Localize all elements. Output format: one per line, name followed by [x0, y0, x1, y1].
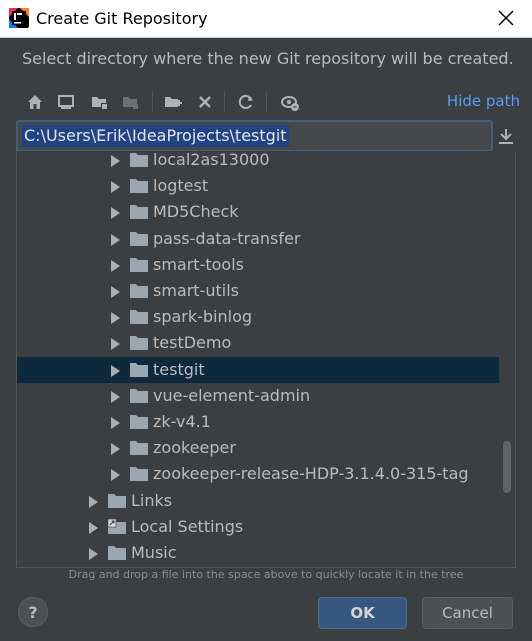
folder-icon [108, 493, 126, 508]
delete-icon[interactable] [194, 91, 216, 113]
tree-item-label: vue-element-admin [153, 385, 311, 405]
tree-item-label: zk-v4.1 [153, 412, 211, 431]
new-folder-icon[interactable] [162, 91, 184, 113]
module-folder-icon[interactable] [120, 91, 142, 113]
tree-item-label: zookeeper [153, 438, 236, 458]
hide-path-link[interactable]: Hide path [447, 92, 520, 110]
project-folder-icon[interactable] [89, 91, 111, 113]
folder-shortcut-icon [108, 518, 126, 534]
expand-arrow-icon[interactable] [111, 181, 120, 194]
window-title: Create Git Repository [36, 9, 208, 28]
dialog-description: Select directory where the new Git repos… [22, 49, 514, 68]
tree-item-label: MD5Check [153, 202, 239, 222]
expand-arrow-icon[interactable] [111, 155, 120, 167]
tree-row[interactable]: zookeeper-release-HDP-3.1.4.0-315-tag [17, 461, 499, 487]
tree-row[interactable]: spark-binlog [17, 304, 499, 330]
tree-row[interactable]: zookeeper [17, 435, 499, 461]
tree-item-label: zookeeper-release-HDP-3.1.4.0-315-tag [153, 464, 469, 484]
folder-icon [130, 467, 148, 482]
tree-row[interactable]: MD5Check [17, 199, 499, 225]
intellij-idea-icon [9, 8, 29, 28]
expand-arrow-icon[interactable] [111, 443, 120, 456]
expand-arrow-icon[interactable] [89, 521, 98, 534]
tree-row[interactable]: vue-element-admin [17, 383, 499, 409]
tree-item-label: logtest [153, 176, 209, 196]
directory-tree[interactable]: local2as13000 logtest MD5Check pass-data-tr… [16, 151, 516, 568]
tree-item-label: testgit [153, 359, 205, 379]
path-value: C:\Users\Erik\IdeaProjects\testgit [22, 125, 289, 147]
expand-arrow-icon[interactable] [111, 207, 120, 220]
tree-row[interactable]: testDemo [17, 330, 499, 356]
folder-icon [130, 153, 148, 167]
download-icon[interactable] [496, 126, 516, 146]
refresh-icon[interactable] [235, 91, 257, 113]
tree-row[interactable]: pass-data-transfer [17, 226, 499, 252]
tree-item-label: Links [131, 490, 173, 510]
folder-icon [130, 336, 148, 351]
title-bar: Create Git Repository [0, 0, 532, 38]
expand-arrow-icon[interactable] [111, 469, 120, 482]
folder-icon [130, 257, 148, 272]
folder-icon [130, 310, 148, 325]
folder-icon [130, 205, 148, 220]
home-icon[interactable] [24, 91, 46, 113]
tree-item-label: pass-data-transfer [153, 228, 301, 248]
tree-row[interactable]: logtest [17, 173, 499, 199]
folder-icon [130, 362, 148, 377]
tree-item-label: Music [131, 543, 177, 562]
help-button[interactable]: ? [18, 597, 48, 627]
tree-item-label: testDemo [153, 333, 232, 353]
expand-arrow-icon[interactable] [111, 312, 120, 325]
expand-arrow-icon[interactable] [111, 390, 120, 403]
file-chooser-toolbar: Hide path [16, 88, 520, 116]
folder-icon [130, 231, 148, 246]
expand-arrow-icon[interactable] [89, 548, 98, 560]
folder-icon [130, 388, 148, 403]
expand-arrow-icon[interactable] [111, 286, 120, 298]
tree-row[interactable]: smart-tools [17, 252, 499, 278]
tree-item-label: Local Settings [131, 516, 244, 536]
tree-item-label: spark-binlog [153, 307, 253, 327]
tree-row[interactable]: Music [17, 540, 499, 566]
expand-arrow-icon[interactable] [111, 233, 120, 246]
path-input[interactable]: C:\Users\Erik\IdeaProjects\testgit [16, 120, 493, 152]
tree-row[interactable]: Links [17, 488, 499, 514]
tree-item-label: smart-tools [153, 254, 244, 274]
tree-scrollbar[interactable] [503, 441, 511, 493]
drag-drop-hint: Drag and drop a file into the space abov… [68, 568, 464, 581]
ok-button[interactable]: OK [318, 597, 407, 629]
expand-arrow-icon[interactable] [111, 417, 120, 429]
desktop-icon[interactable] [55, 91, 77, 113]
tree-row[interactable]: local2as13000 [17, 151, 499, 173]
expand-arrow-icon[interactable] [111, 364, 120, 377]
folder-icon [130, 441, 148, 456]
close-icon[interactable] [494, 6, 518, 30]
cancel-button[interactable]: Cancel [422, 597, 513, 629]
tree-item-label: local2as13000 [153, 151, 270, 169]
tree-item-label: smart-utils [153, 281, 239, 300]
folder-icon [130, 284, 148, 298]
tree-row[interactable]: Local Settings [17, 514, 499, 540]
expand-arrow-icon[interactable] [111, 259, 120, 272]
folder-icon [130, 179, 148, 194]
expand-arrow-icon[interactable] [89, 495, 98, 508]
expand-arrow-icon[interactable] [111, 338, 120, 351]
show-hidden-icon[interactable] [279, 91, 301, 113]
tree-row[interactable]: smart-utils [17, 278, 499, 304]
tree-row[interactable]: zk-v4.1 [17, 409, 499, 435]
path-row: C:\Users\Erik\IdeaProjects\testgit [16, 120, 520, 152]
folder-icon [108, 546, 126, 560]
tree-row[interactable]: testgit [17, 356, 499, 383]
folder-icon [130, 415, 148, 429]
